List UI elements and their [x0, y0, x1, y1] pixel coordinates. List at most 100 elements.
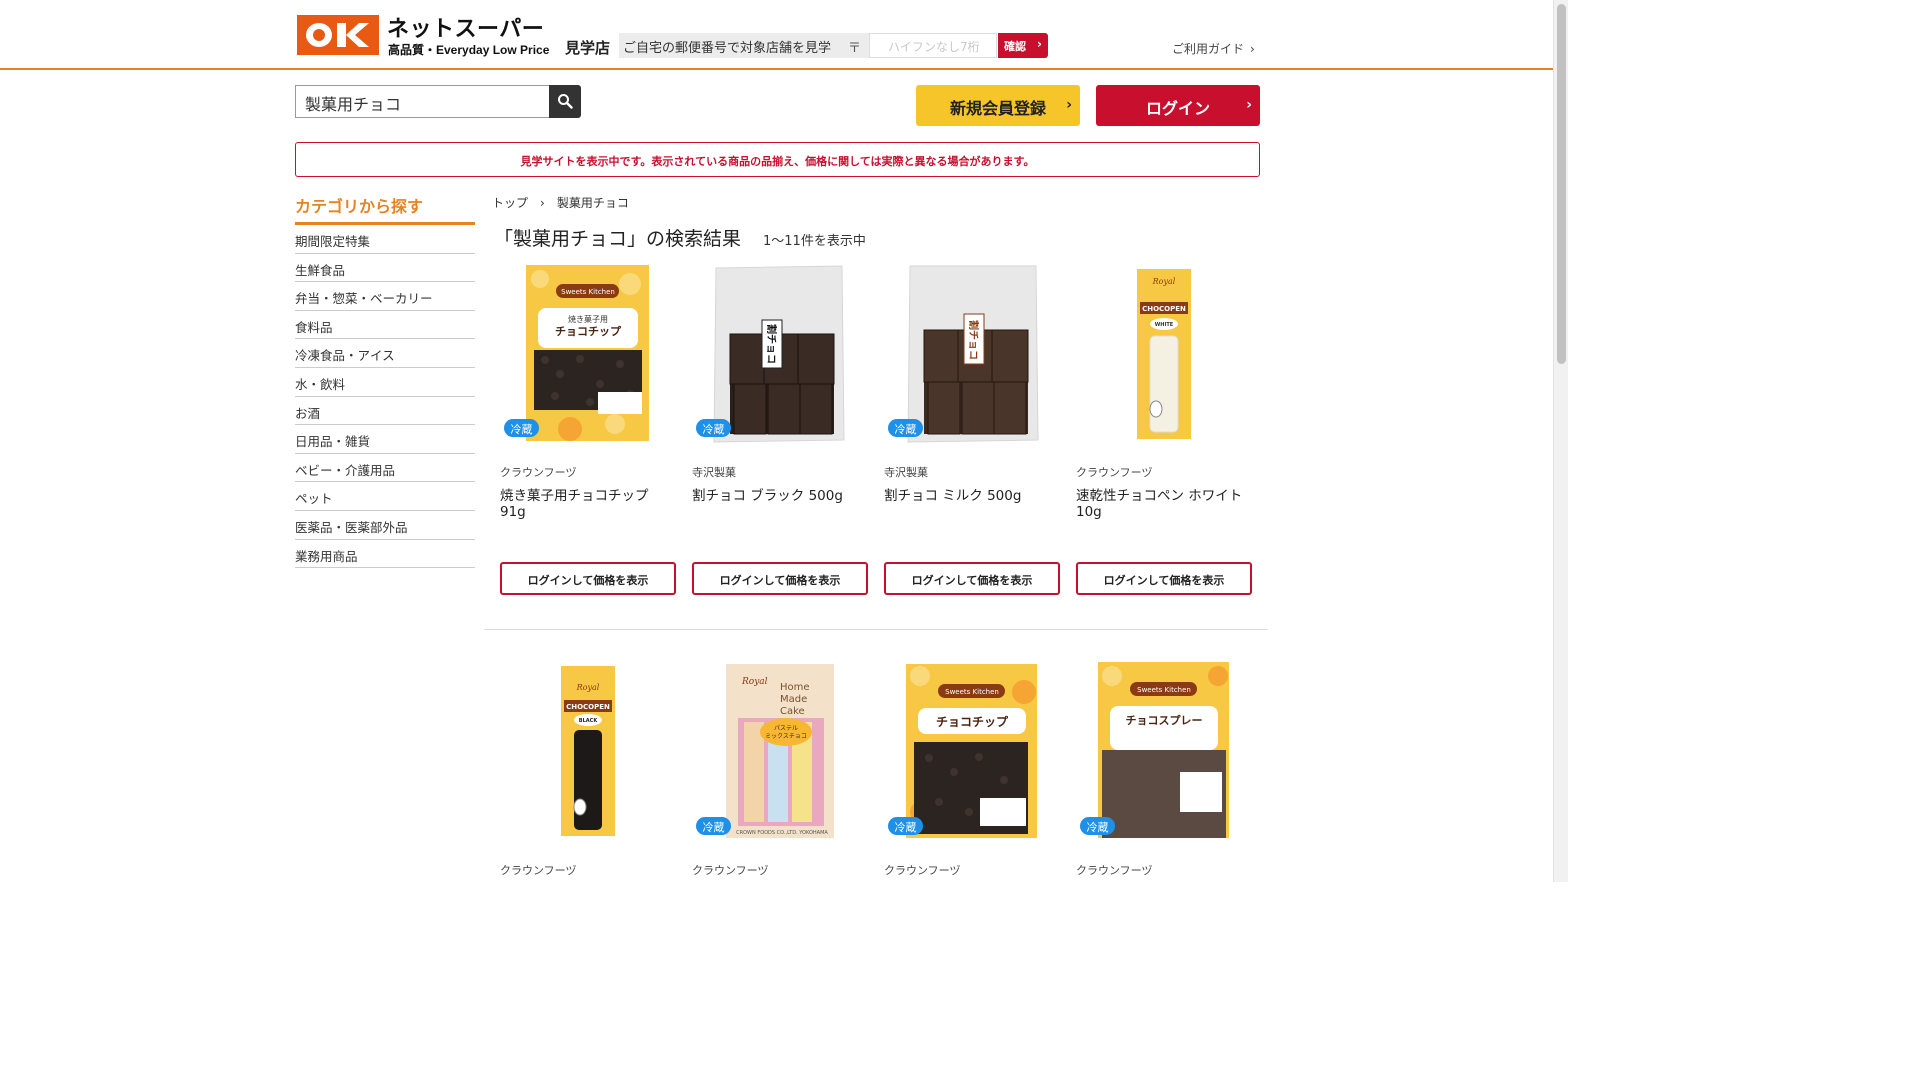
- product-image[interactable]: 割チョコ: [692, 264, 868, 444]
- sidebar-item-fresh[interactable]: 生鮮食品: [295, 254, 475, 283]
- sidebar-item-pet[interactable]: ペット: [295, 482, 475, 511]
- breadcrumb-home[interactable]: トップ: [492, 196, 528, 210]
- usage-guide-link[interactable]: ご利用ガイド ›: [1172, 40, 1255, 57]
- product-name[interactable]: 割チョコ ブラック 500g: [692, 488, 862, 504]
- product-image[interactable]: Sweets Kitchen 焼き菓子用 チョコチップ: [500, 264, 676, 444]
- sidebar-item-business[interactable]: 業務用商品: [295, 540, 475, 569]
- svg-text:ミックスチョコ: ミックスチョコ: [765, 733, 807, 740]
- chilled-badge: 冷蔵: [888, 419, 923, 437]
- svg-text:チョコチップ: チョコチップ: [555, 324, 622, 338]
- chevron-right-icon: ›: [1250, 42, 1255, 56]
- product-card: Sweets Kitchen チョコチップ 冷蔵 クラウンフーヅ: [884, 662, 1060, 882]
- sidebar-item-frozen[interactable]: 冷凍食品・アイス: [295, 339, 475, 368]
- site-header: ネットスーパー 高品質・Everyday Low Price 見学店 ご自宅の郵…: [0, 0, 1553, 70]
- svg-text:Sweets Kitchen: Sweets Kitchen: [945, 688, 999, 696]
- svg-text:Made: Made: [780, 694, 807, 705]
- product-image[interactable]: Sweets Kitchen チョコスプレー: [1076, 662, 1252, 842]
- sidebar-item-alcohol[interactable]: お酒: [295, 397, 475, 426]
- chocolate-chip-image: Sweets Kitchen チョコチップ: [906, 664, 1037, 838]
- svg-text:Sweets Kitchen: Sweets Kitchen: [561, 288, 615, 296]
- product-maker: クラウンフーヅ: [692, 864, 769, 877]
- search-input[interactable]: 製菓用チョコ: [295, 85, 549, 118]
- usage-guide-label: ご利用ガイド: [1172, 42, 1245, 56]
- product-card: Sweets Kitchen チョコスプレー 冷蔵 クラウンフーヅ: [1076, 662, 1252, 882]
- search-button[interactable]: [549, 85, 581, 118]
- product-name[interactable]: 焼き菓子用チョコチップ 91g: [500, 488, 670, 520]
- breadcrumb-current: 製菓用チョコ: [556, 196, 629, 210]
- zip-code-input[interactable]: ハイフンなし7桁: [869, 33, 997, 58]
- product-image[interactable]: Royal Home Made Cake パステル ミックスチョコ CROWN …: [692, 662, 868, 842]
- chevron-right-icon: ›: [1066, 97, 1072, 113]
- zip-confirm-label: 確認: [1004, 40, 1026, 53]
- product-image[interactable]: Royal CHOCOPEN WHITE: [1076, 264, 1252, 444]
- login-to-see-price-button[interactable]: ログインして価格を表示: [1076, 562, 1252, 595]
- product-maker: 寺沢製菓: [884, 466, 928, 479]
- store-name: 見学店: [565, 39, 611, 57]
- sidebar-item-baby-care[interactable]: ベビー・介護用品: [295, 454, 475, 483]
- sidebar-title: カテゴリから探す: [295, 193, 475, 225]
- chocopen-black-image: Royal CHOCOPEN BLACK: [561, 666, 615, 836]
- chilled-badge: 冷蔵: [504, 419, 539, 437]
- login-to-see-price-button[interactable]: ログインして価格を表示: [692, 562, 868, 595]
- results-count: 1〜11件を表示中: [763, 234, 866, 249]
- svg-text:割チョコ: 割チョコ: [765, 324, 778, 364]
- signup-label: 新規会員登録: [949, 99, 1046, 118]
- product-card: Royal CHOCOPEN WHITE クラウンフーヅ 速乾性チョコペン ホワ…: [1076, 264, 1252, 596]
- svg-text:Sweets Kitchen: Sweets Kitchen: [1137, 686, 1191, 694]
- page-title: 「製菓用チョコ」の検索結果: [494, 228, 742, 250]
- product-image[interactable]: 割チョコ: [884, 264, 1060, 444]
- sidebar-item-daily[interactable]: 日用品・雑貨: [295, 425, 475, 454]
- svg-text:Royal: Royal: [576, 683, 600, 692]
- chocopen-white-image: Royal CHOCOPEN WHITE: [1137, 269, 1191, 439]
- broken-chocolate-black-image: 割チョコ: [713, 265, 845, 443]
- chilled-badge: 冷蔵: [888, 817, 923, 835]
- product-image[interactable]: Sweets Kitchen チョコチップ: [884, 662, 1060, 842]
- svg-text:Royal: Royal: [1152, 277, 1176, 286]
- svg-text:焼き菓子用: 焼き菓子用: [568, 314, 608, 324]
- product-maker: クラウンフーヅ: [500, 466, 577, 479]
- svg-text:チョコチップ: チョコチップ: [936, 714, 1009, 729]
- zip-confirm-button[interactable]: 確認 ›: [998, 33, 1048, 58]
- broken-chocolate-milk-image: 割チョコ: [907, 265, 1039, 443]
- sidebar-item-grocery[interactable]: 食料品: [295, 311, 475, 340]
- product-card: Royal Home Made Cake パステル ミックスチョコ CROWN …: [692, 662, 868, 882]
- preview-notice: 見学サイトを表示中です。表示されている商品の品揃え、価格に関しては実際と異なる場…: [295, 142, 1260, 177]
- search-icon: [558, 94, 573, 109]
- row-divider: [484, 629, 1268, 630]
- breadcrumb-separator-icon: ›: [540, 196, 545, 210]
- page-scrollbar[interactable]: [1553, 0, 1568, 882]
- chevron-right-icon: ›: [1037, 37, 1042, 51]
- chevron-right-icon: ›: [1246, 97, 1252, 113]
- svg-text:チョコスプレー: チョコスプレー: [1126, 713, 1203, 727]
- login-to-see-price-button[interactable]: ログインして価格を表示: [500, 562, 676, 595]
- category-sidebar: カテゴリから探す 期間限定特集 生鮮食品 弁当・惣菜・ベーカリー 食料品 冷凍食…: [295, 193, 475, 569]
- svg-text:WHITE: WHITE: [1155, 322, 1174, 328]
- product-card: Sweets Kitchen 焼き菓子用 チョコチップ 冷蔵 クラウンフーヅ 焼…: [500, 264, 676, 596]
- login-button[interactable]: ログイン ›: [1096, 85, 1260, 126]
- product-maker: 寺沢製菓: [692, 466, 736, 479]
- product-maker: クラウンフーヅ: [1076, 864, 1153, 877]
- chilled-badge: 冷蔵: [696, 419, 731, 437]
- product-name[interactable]: 割チョコ ミルク 500g: [884, 488, 1054, 504]
- sidebar-item-deli[interactable]: 弁当・惣菜・ベーカリー: [295, 282, 475, 311]
- scrollbar-thumb[interactable]: [1557, 4, 1566, 364]
- logo-title: ネットスーパー: [387, 17, 545, 42]
- product-maker: クラウンフーヅ: [500, 864, 577, 877]
- product-maker: クラウンフーヅ: [884, 864, 961, 877]
- svg-text:Cake: Cake: [780, 706, 805, 717]
- product-card: Royal CHOCOPEN BLACK クラウンフーヅ: [500, 662, 676, 882]
- site-logo[interactable]: ネットスーパー 高品質・Everyday Low Price: [297, 13, 549, 59]
- sidebar-item-drinks[interactable]: 水・飲料: [295, 368, 475, 397]
- svg-text:パステル: パステル: [774, 725, 798, 732]
- logo-tagline: 高品質・Everyday Low Price: [388, 43, 550, 57]
- ok-logo-mark: [297, 15, 379, 55]
- sidebar-item-medicine[interactable]: 医薬品・医薬部外品: [295, 511, 475, 540]
- product-maker: クラウンフーヅ: [1076, 466, 1153, 479]
- breadcrumb: トップ › 製菓用チョコ: [492, 194, 629, 211]
- product-name[interactable]: 速乾性チョコペン ホワイト 10g: [1076, 488, 1246, 520]
- product-image[interactable]: Royal CHOCOPEN BLACK: [500, 662, 676, 842]
- chilled-badge: 冷蔵: [1080, 817, 1115, 835]
- sidebar-item-limited[interactable]: 期間限定特集: [295, 225, 475, 254]
- signup-button[interactable]: 新規会員登録 ›: [916, 85, 1080, 126]
- login-to-see-price-button[interactable]: ログインして価格を表示: [884, 562, 1060, 595]
